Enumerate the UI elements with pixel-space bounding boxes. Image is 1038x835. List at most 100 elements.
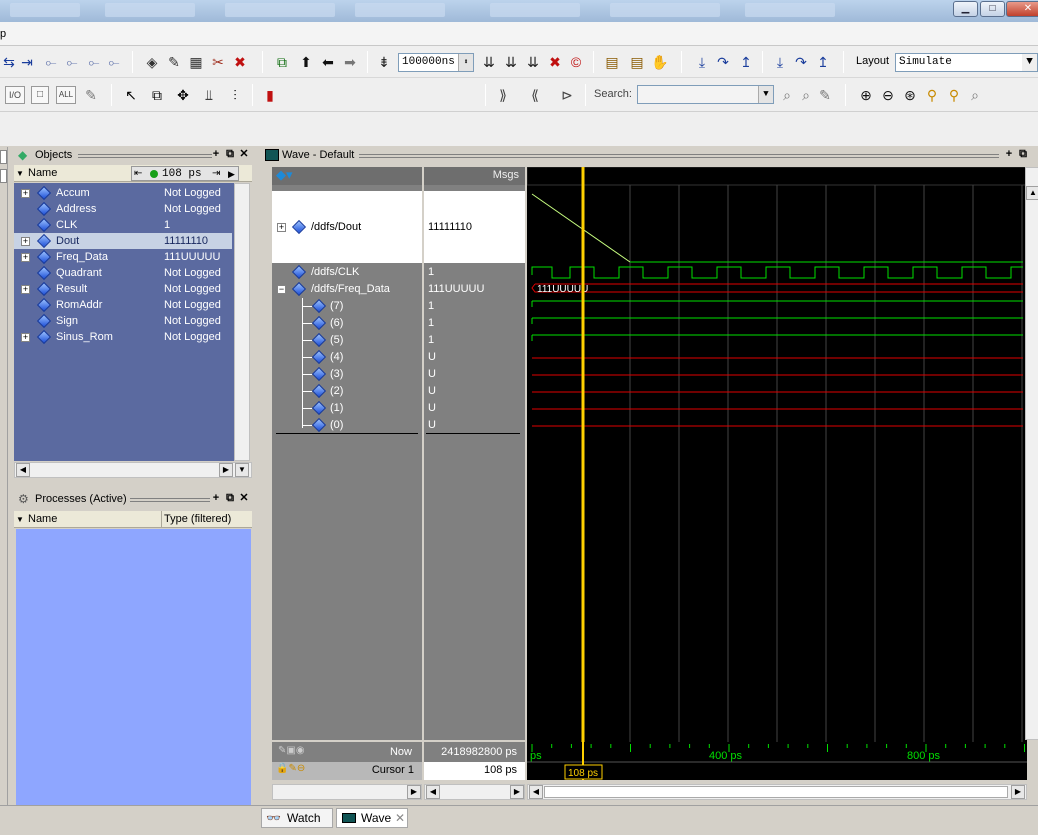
zoom-out-icon[interactable]: ⊖ (879, 86, 897, 104)
run-icon[interactable]: ⟜ (63, 53, 81, 71)
run-length-icon[interactable]: ⇟ (375, 53, 393, 71)
sim-time-input[interactable]: 100000ns ⬍ (398, 53, 474, 72)
objects-hscroll[interactable]: ◀ ▶ ▼ (14, 462, 252, 478)
scroll-right-icon[interactable]: ▶ (1011, 785, 1025, 799)
layers-icon[interactable]: ◈ (143, 53, 161, 71)
processes-col-name[interactable]: Name (28, 511, 57, 528)
dock-icon[interactable]: + (210, 148, 222, 161)
dock-icon[interactable]: + (210, 492, 222, 505)
restart-icon[interactable]: ⟜ (42, 53, 60, 71)
object-row[interactable]: Address Not Logged (14, 201, 232, 217)
waveform-canvas[interactable]: 111UUUUU (527, 167, 1027, 742)
scroll-left-icon[interactable]: ◀ (529, 785, 543, 799)
object-row[interactable]: Sign Not Logged (14, 313, 232, 329)
sort-icon[interactable]: ▼ (16, 165, 24, 182)
lock-cursor-icon[interactable]: 🔒✎⊖ (276, 763, 305, 774)
dock-tab[interactable] (0, 169, 7, 183)
pane-grip[interactable] (78, 154, 212, 158)
close-icon[interactable]: ✕ (238, 492, 250, 505)
tab-watch[interactable]: 👓 Watch (261, 808, 333, 828)
break-icon[interactable]: ✖ (546, 53, 564, 71)
sort-icon[interactable]: ▼ (16, 511, 24, 528)
wave-signal-row[interactable]: /ddfs/CLK (272, 264, 422, 281)
wave-bit-row[interactable]: (4) (272, 349, 422, 366)
tab-wave[interactable]: Wave ✕ (336, 808, 408, 828)
objects-col-name[interactable]: Name (28, 165, 57, 182)
copy-icon[interactable]: ⧉ (273, 53, 291, 71)
chevron-down-icon[interactable]: ▼ (1022, 54, 1037, 71)
wave-bit-row[interactable]: (2) (272, 383, 422, 400)
dataflow-icon[interactable]: ▤ (603, 53, 621, 71)
wave-signal-row[interactable]: − /ddfs/Freq_Data (272, 281, 422, 298)
close-icon[interactable]: ✕ (238, 148, 250, 161)
insert-cursor-icon[interactable]: ⫫ (200, 86, 218, 104)
minimize-button[interactable]: ▁ (953, 1, 978, 17)
step-over-icon[interactable]: ⇥ (18, 53, 36, 71)
scroll-right-icon[interactable]: ▶ (407, 785, 421, 799)
expand-icon[interactable]: + (21, 237, 30, 246)
wave-bit-row[interactable]: (6) (272, 315, 422, 332)
step-out-icon[interactable]: ↥ (737, 53, 755, 71)
edit-icon[interactable]: ✎ (165, 53, 183, 71)
undock-icon[interactable]: ⧉ (1017, 148, 1029, 161)
expand-icon[interactable]: + (277, 223, 286, 232)
filter-icon[interactable]: ✎ (82, 86, 100, 104)
step-out-icon[interactable]: ↥ (814, 53, 832, 71)
wave-vscroll[interactable]: ▲ (1025, 167, 1038, 740)
zoom-cursor-icon[interactable]: ⚲ (923, 86, 941, 104)
layout-select[interactable]: Simulate ▼ (895, 53, 1038, 72)
scroll-up-icon[interactable]: ▲ (1026, 186, 1038, 200)
expand-icon[interactable]: + (21, 285, 30, 294)
search-icon[interactable]: ⌕ (778, 86, 796, 104)
scroll-thumb[interactable] (544, 786, 1008, 798)
stop-icon[interactable]: © (567, 53, 585, 71)
expand-icon[interactable]: ▶ (228, 166, 235, 183)
find-edge-icon[interactable]: ⊳ (558, 86, 576, 104)
find-previous-icon[interactable]: ⟫ (494, 86, 512, 104)
internal-filter-icon[interactable]: □ (31, 86, 49, 104)
wave-hscroll[interactable]: ◀ ▶ (527, 784, 1027, 800)
step-over-icon[interactable]: ↷ (792, 53, 810, 71)
select-pointer-icon[interactable]: ↖ (122, 86, 140, 104)
expand-icon[interactable]: + (21, 333, 30, 342)
object-row[interactable]: RomAddr Not Logged (14, 297, 232, 313)
step-into-icon[interactable]: ⤓ (771, 53, 789, 71)
zoom-cursors-icon[interactable]: ⚲ (945, 86, 963, 104)
grid-icon[interactable]: ▦ (187, 53, 205, 71)
record-icon[interactable]: ▮ (261, 86, 279, 104)
delete-icon[interactable]: ✖ (231, 53, 249, 71)
cursor-row[interactable]: 🔒✎⊖ Cursor 1 (272, 762, 422, 780)
objects-vscroll[interactable] (234, 183, 250, 461)
search-next-icon[interactable]: ⌕ (797, 86, 815, 104)
object-row[interactable]: + Freq_Data 111UUUUU (14, 249, 232, 265)
expand-icon[interactable]: + (21, 253, 30, 262)
chevron-down-icon[interactable]: ▼ (758, 86, 773, 103)
all-filter-button[interactable]: ALL (56, 86, 76, 104)
run-icon[interactable]: ⇊ (480, 53, 498, 71)
menu-item-help[interactable]: p (0, 28, 6, 40)
io-filter-button[interactable]: I/O (5, 86, 25, 104)
left-arrow-icon[interactable]: ⬅ (319, 53, 337, 71)
edge-icon[interactable]: ⫶ (226, 86, 244, 104)
dock-icon[interactable]: + (1003, 148, 1015, 161)
undock-icon[interactable]: ⧉ (224, 148, 236, 161)
object-row[interactable]: + Result Not Logged (14, 281, 232, 297)
names-hscroll[interactable]: ▶ (272, 784, 422, 800)
object-row[interactable]: + Sinus_Rom Not Logged (14, 329, 232, 345)
time-axis[interactable]: ps 400 ps 800 ps 108 ps (527, 742, 1027, 780)
step-into-icon[interactable]: ⤓ (693, 53, 711, 71)
up-arrow-icon[interactable]: ⬆ (297, 53, 315, 71)
zoom-area-icon[interactable]: ⧉ (148, 86, 166, 104)
step-over-icon[interactable]: ↷ (714, 53, 732, 71)
object-row[interactable]: + Accum Not Logged (14, 185, 232, 201)
scroll-down-icon[interactable]: ▼ (235, 463, 249, 477)
wave-bit-row[interactable]: (3) (272, 366, 422, 383)
step-icon[interactable]: ⇆ (0, 53, 18, 71)
time-field[interactable]: ⇤ 108 ps ⇥ ▶ (131, 166, 239, 181)
pan-icon[interactable]: ✥ (174, 86, 192, 104)
pane-grip[interactable] (359, 154, 999, 158)
wave-bit-row[interactable]: (7) (272, 298, 422, 315)
maximize-button[interactable]: □ (980, 1, 1005, 17)
remove-icon[interactable]: ✂ (209, 53, 227, 71)
zoom-full-icon[interactable]: ⊛ (901, 86, 919, 104)
